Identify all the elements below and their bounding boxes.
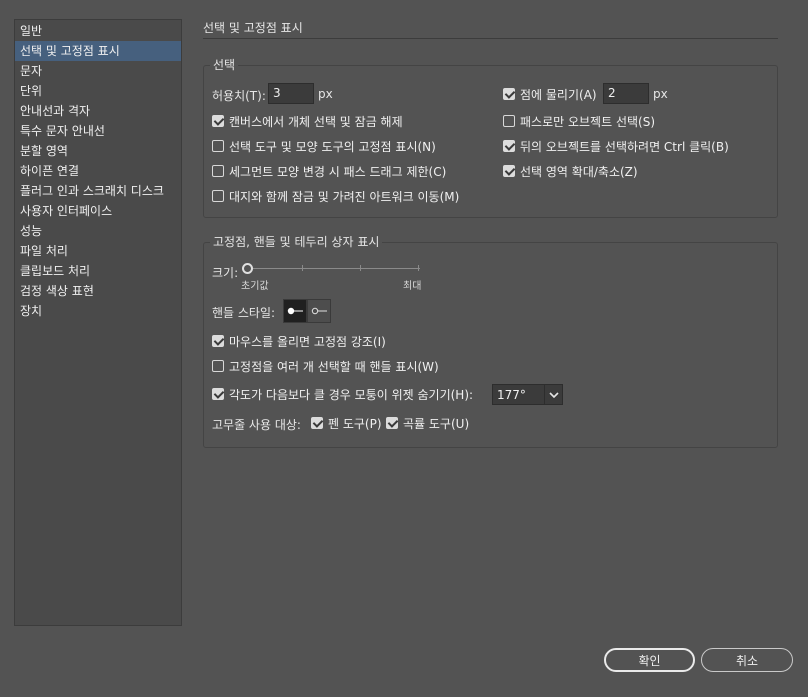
move-with-artboard-checkbox[interactable]: 대지와 함께 잠금 및 가려진 아트워크 이동(M) [212, 188, 459, 204]
hide-corner-widget-box[interactable] [212, 388, 224, 400]
slider-max-label: 최대 [403, 281, 422, 292]
sidebar-item-slices[interactable]: 분할 영역 [15, 141, 181, 161]
canvas-select-unlock-box[interactable] [212, 115, 224, 127]
sidebar-item-selection-anchor-display[interactable]: 선택 및 고정점 표시 [15, 41, 181, 61]
anchor-size-label: 크기: [212, 266, 239, 280]
ctrl-click-behind-box[interactable] [503, 140, 515, 152]
sidebar-item-black-appearance[interactable]: 검정 색상 표현 [15, 281, 181, 301]
snap-to-point-label: 점에 물리기(A) [520, 87, 597, 102]
ok-button[interactable]: 확인 [604, 648, 695, 672]
path-only-select-checkbox[interactable]: 패스로만 오브젝트 선택(S) [503, 113, 655, 129]
zoom-to-selection-label: 선택 영역 확대/축소(Z) [520, 164, 638, 179]
segment-reshape-checkbox[interactable]: 세그먼트 모양 변경 시 패스 드래그 제한(C) [212, 163, 446, 179]
tolerance-input[interactable]: 3 [268, 83, 314, 104]
title-divider [203, 38, 778, 39]
slider-min-label: 초기값 [241, 281, 269, 292]
multi-anchor-handles-box[interactable] [212, 360, 224, 372]
rubber-band-label: 고무줄 사용 대상: [212, 418, 301, 432]
sidebar-item-units[interactable]: 단위 [15, 81, 181, 101]
segment-reshape-label: 세그먼트 모양 변경 시 패스 드래그 제한(C) [229, 164, 447, 179]
pen-tool-label: 펜 도구(P) [328, 416, 382, 431]
sidebar-item-guides-grid[interactable]: 안내선과 격자 [15, 101, 181, 121]
sidebar-item-general[interactable]: 일반 [15, 21, 181, 41]
pen-tool-box[interactable] [311, 417, 323, 429]
path-only-select-label: 패스로만 오브젝트 선택(S) [520, 114, 656, 129]
curvature-tool-checkbox[interactable]: 곡률 도구(U) [386, 415, 469, 431]
tolerance-label: 허용치(T): [212, 89, 266, 103]
corner-angle-value: 177° [497, 387, 526, 402]
snap-distance-unit: px [653, 87, 668, 101]
ctrl-click-behind-checkbox[interactable]: 뒤의 오브젝트를 선택하려면 Ctrl 클릭(B) [503, 138, 729, 154]
solid-handle-icon [287, 307, 303, 315]
slider-tick [302, 265, 303, 271]
selection-group-legend: 선택 [210, 58, 239, 72]
move-with-artboard-box[interactable] [212, 190, 224, 202]
anchor-size-slider-track[interactable] [248, 268, 420, 269]
slider-tick [418, 265, 419, 271]
preferences-sidebar: 일반 선택 및 고정점 표시 문자 단위 안내선과 격자 특수 문자 안내선 분… [14, 19, 182, 626]
sidebar-item-type[interactable]: 문자 [15, 61, 181, 81]
curvature-tool-label: 곡률 도구(U) [403, 416, 470, 431]
page-title: 선택 및 고정점 표시 [203, 21, 303, 35]
multi-anchor-handles-label: 고정점을 여러 개 선택할 때 핸들 표시(W) [229, 359, 439, 374]
highlight-anchor-checkbox[interactable]: 마우스를 올리면 고정점 강조(I) [212, 333, 386, 349]
cancel-button[interactable]: 취소 [701, 648, 793, 672]
sidebar-item-performance[interactable]: 성능 [15, 221, 181, 241]
sidebar-item-hyphenation[interactable]: 하이픈 연결 [15, 161, 181, 181]
anchor-display-checkbox[interactable]: 선택 도구 및 모양 도구의 고정점 표시(N) [212, 138, 436, 154]
sidebar-item-clipboard[interactable]: 클립보드 처리 [15, 261, 181, 281]
snap-to-point-box[interactable] [503, 88, 515, 100]
hide-corner-widget-checkbox[interactable]: 각도가 다음보다 클 경우 모퉁이 위젯 숨기기(H): [212, 386, 473, 402]
handle-style-label: 핸들 스타일: [212, 306, 276, 320]
anchor-display-group-legend: 고정점, 핸들 및 테두리 상자 표시 [210, 235, 383, 249]
canvas-select-unlock-label: 캔버스에서 개체 선택 및 잠금 해제 [229, 114, 403, 129]
zoom-to-selection-checkbox[interactable]: 선택 영역 확대/축소(Z) [503, 163, 638, 179]
sidebar-item-devices[interactable]: 장치 [15, 301, 181, 321]
sidebar-item-user-interface[interactable]: 사용자 인터페이스 [15, 201, 181, 221]
path-only-select-box[interactable] [503, 115, 515, 127]
hide-corner-widget-label: 각도가 다음보다 클 경우 모퉁이 위젯 숨기기(H): [229, 387, 474, 402]
tolerance-unit: px [318, 87, 333, 101]
slider-tick [360, 265, 361, 271]
chevron-down-icon[interactable] [544, 385, 562, 404]
handle-style-solid-button[interactable] [283, 299, 307, 323]
segment-reshape-box[interactable] [212, 165, 224, 177]
anchor-size-slider-thumb[interactable] [242, 263, 253, 274]
zoom-to-selection-box[interactable] [503, 165, 515, 177]
move-with-artboard-label: 대지와 함께 잠금 및 가려진 아트워크 이동(M) [229, 189, 460, 204]
pen-tool-checkbox[interactable]: 펜 도구(P) [311, 415, 382, 431]
canvas-select-unlock-checkbox[interactable]: 캔버스에서 개체 선택 및 잠금 해제 [212, 113, 403, 129]
snap-to-point-checkbox[interactable]: 점에 물리기(A) [503, 86, 597, 102]
snap-distance-input[interactable]: 2 [603, 83, 649, 104]
highlight-anchor-label: 마우스를 올리면 고정점 강조(I) [229, 334, 386, 349]
curvature-tool-box[interactable] [386, 417, 398, 429]
corner-angle-select[interactable]: 177° [492, 384, 563, 405]
hollow-handle-icon [311, 307, 327, 315]
anchor-display-label: 선택 도구 및 모양 도구의 고정점 표시(N) [229, 139, 436, 154]
sidebar-item-file-handling[interactable]: 파일 처리 [15, 241, 181, 261]
handle-style-hollow-button[interactable] [307, 299, 331, 323]
anchor-display-box[interactable] [212, 140, 224, 152]
sidebar-item-plugins-scratch-disks[interactable]: 플러그 인과 스크래치 디스크 [15, 181, 181, 201]
ctrl-click-behind-label: 뒤의 오브젝트를 선택하려면 Ctrl 클릭(B) [520, 139, 729, 154]
highlight-anchor-box[interactable] [212, 335, 224, 347]
multi-anchor-handles-checkbox[interactable]: 고정점을 여러 개 선택할 때 핸들 표시(W) [212, 358, 439, 374]
sidebar-item-smart-guides[interactable]: 특수 문자 안내선 [15, 121, 181, 141]
